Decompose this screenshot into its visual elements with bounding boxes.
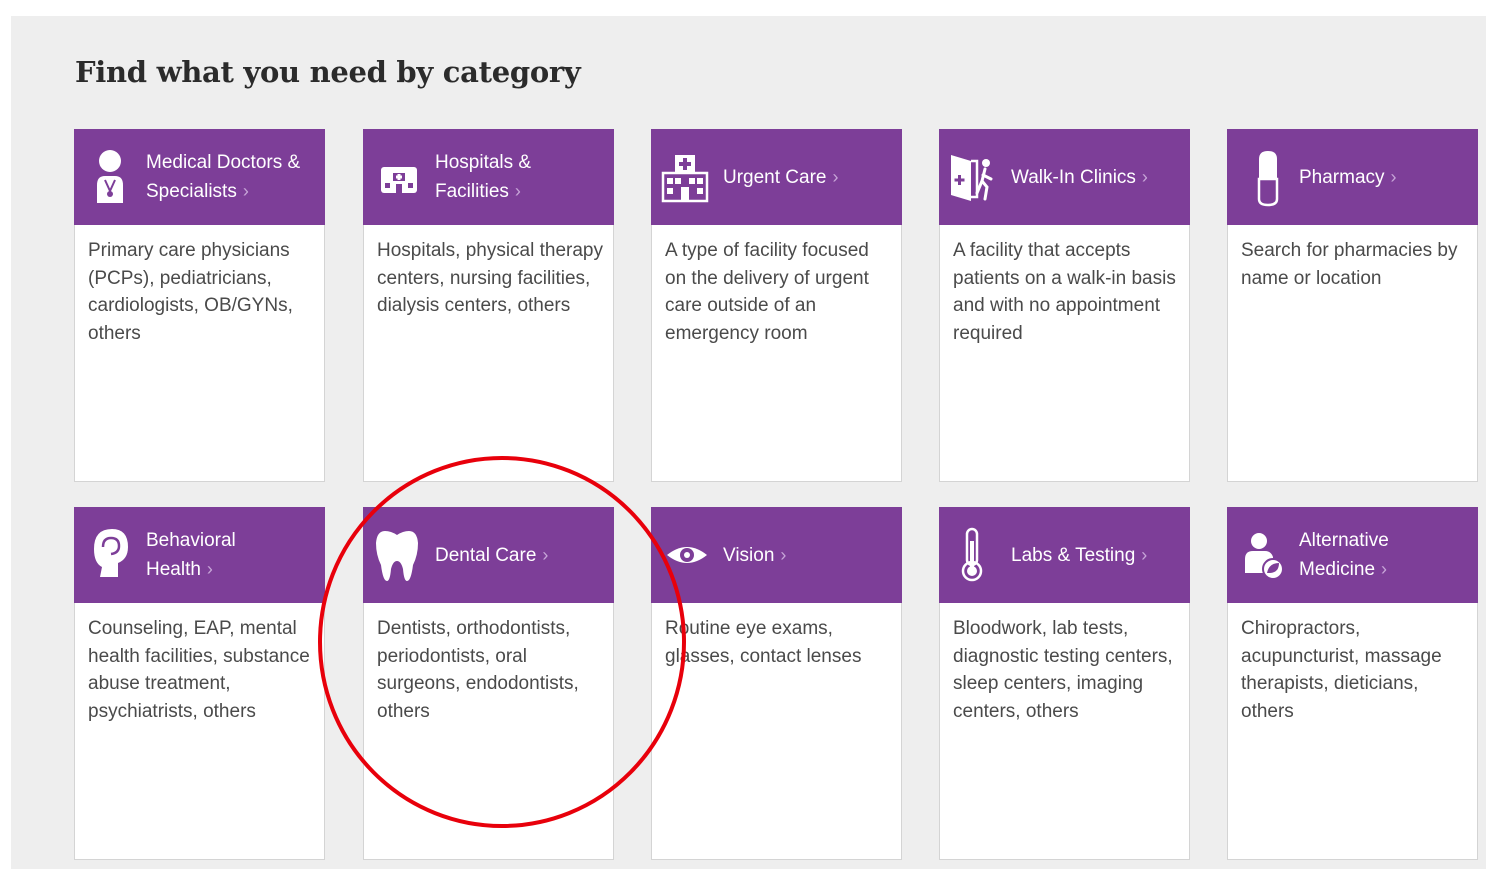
chevron-right-icon: › (542, 544, 549, 565)
card-header[interactable]: Walk-In Clinics › (939, 129, 1190, 225)
category-card-walk-in-clinics[interactable]: Walk-In Clinics › A facility that accepts… (939, 129, 1190, 482)
card-description: Counseling, EAP, mental health facilitie… (88, 618, 310, 722)
card-title[interactable]: Pharmacy › (1299, 129, 1470, 225)
chevron-right-icon: › (1141, 166, 1148, 187)
card-header[interactable]: Behavioral Health › (74, 507, 325, 603)
chevron-right-icon: › (514, 180, 521, 201)
category-card-labs-testing[interactable]: Labs & Testing › Bloodwork, lab tests, di… (939, 507, 1190, 860)
card-title[interactable]: Urgent Care › (723, 129, 894, 225)
hospital-building-icon (381, 147, 429, 207)
category-card-alternative-medicine[interactable]: Alternative Medicine › Chiropractors, acup… (1227, 507, 1478, 860)
card-title[interactable]: Medical Doctors & Specialists › (146, 129, 317, 225)
card-title[interactable]: Labs & Testing › (1011, 507, 1182, 603)
card-description: A facility that accepts patients on a wa… (953, 240, 1176, 344)
category-card-dental-care[interactable]: Dental Care › Dentists, orthodontists, pe… (363, 507, 614, 860)
card-header[interactable]: Hospitals & Facilities › (363, 129, 614, 225)
pill-capsule-icon (1245, 147, 1293, 207)
card-description: A type of facility focused on the delive… (665, 240, 869, 344)
urgent-care-building-icon (661, 147, 709, 207)
card-header[interactable]: Labs & Testing › (939, 507, 1190, 603)
card-title[interactable]: Walk-In Clinics › (1011, 129, 1182, 225)
card-description: Dentists, orthodontists, periodontists, … (377, 618, 579, 722)
card-description: Routine eye exams, glasses, contact lens… (665, 618, 862, 667)
chevron-right-icon: › (832, 166, 839, 187)
category-card-hospitals[interactable]: Hospitals & Facilities › Hospitals, physic… (363, 129, 614, 482)
card-description: Bloodwork, lab tests, diagnostic testing… (953, 618, 1173, 722)
page-title: Find what you need by category (75, 55, 581, 89)
card-description: Search for pharmacies by name or locatio… (1241, 240, 1458, 289)
card-title[interactable]: Hospitals & Facilities › (435, 129, 606, 225)
tooth-icon (373, 525, 421, 585)
card-title[interactable]: Vision › (723, 507, 894, 603)
card-title[interactable]: Alternative Medicine › (1299, 507, 1470, 603)
category-card-vision[interactable]: Vision › Routine eye exams, glasses, cont… (651, 507, 902, 860)
walk-in-door-icon (949, 147, 997, 207)
head-mind-icon (92, 525, 140, 585)
chevron-right-icon: › (1141, 544, 1148, 565)
chevron-right-icon: › (780, 544, 787, 565)
doctor-icon (92, 147, 140, 207)
alternative-medicine-icon (1239, 525, 1287, 585)
card-description: Primary care physicians (PCPs), pediatri… (88, 240, 293, 344)
chevron-right-icon: › (206, 558, 213, 579)
category-card-medical-doctors[interactable]: Medical Doctors & Specialists › Primary ca… (74, 129, 325, 482)
chevron-right-icon: › (1381, 558, 1388, 579)
card-header[interactable]: Alternative Medicine › (1227, 507, 1478, 603)
card-header[interactable]: Medical Doctors & Specialists › (74, 129, 325, 225)
chevron-right-icon: › (1390, 166, 1397, 187)
chevron-right-icon: › (242, 180, 249, 201)
thermometer-icon (957, 525, 1005, 585)
category-card-pharmacy[interactable]: Pharmacy › Search for pharmacies by name … (1227, 129, 1478, 482)
eye-icon (667, 525, 715, 585)
card-description: Hospitals, physical therapy centers, nur… (377, 240, 603, 316)
card-header[interactable]: Pharmacy › (1227, 129, 1478, 225)
card-description: Chiropractors, acupuncturist, massage th… (1241, 618, 1442, 722)
category-card-urgent-care[interactable]: Urgent Care › A type of facility focused … (651, 129, 902, 482)
card-header[interactable]: Vision › (651, 507, 902, 603)
card-title[interactable]: Behavioral Health › (146, 507, 317, 603)
card-header[interactable]: Urgent Care › (651, 129, 902, 225)
category-card-behavioral-health[interactable]: Behavioral Health › Counseling, EAP, menta… (74, 507, 325, 860)
card-header[interactable]: Dental Care › (363, 507, 614, 603)
card-title[interactable]: Dental Care › (435, 507, 606, 603)
